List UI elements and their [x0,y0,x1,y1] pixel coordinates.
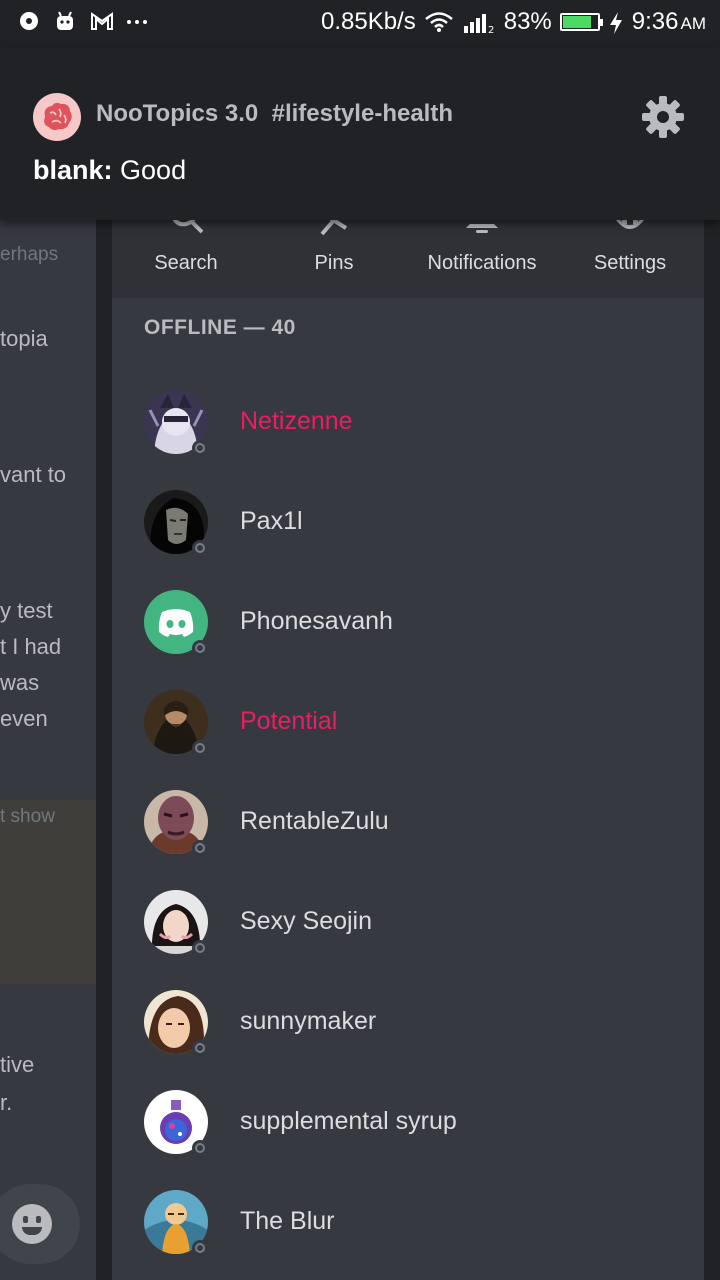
message-text: Good [120,155,187,185]
member-name: Potential [240,707,338,735]
panel-edge [704,220,720,1280]
chat-text-fragment: even [0,706,48,731]
brain-icon [44,102,72,131]
member-name: Sexy Seojin [240,907,373,935]
clock-ampm: AM [680,14,707,33]
chat-text-fragment: t show [0,806,55,827]
gear-icon[interactable] [640,94,686,140]
offline-status-icon [192,1040,208,1056]
message-notification[interactable]: NooTopics 3.0 #lifestyle-health blank: G… [0,48,720,220]
wifi-icon [424,11,454,33]
android-icon [54,10,76,32]
server-icon [33,93,81,141]
emoji-button[interactable] [0,1184,80,1264]
status-bar-right: 0.85Kb/s 2 83% 9:36 AM [321,8,706,36]
member-item[interactable]: Potential [112,672,704,772]
clock-time: 9:36 [631,8,679,35]
chat-text-fragment: t I had [0,634,62,659]
offline-status-icon [192,540,208,556]
emoji-icon [12,1204,52,1244]
member-name: RentableZulu [240,807,389,835]
offline-status-icon [192,440,208,456]
notification-dot-icon [18,10,40,32]
more-icon [126,10,148,32]
offline-status-icon [192,840,208,856]
search-button[interactable]: Search [112,213,260,298]
offline-status-icon [192,740,208,756]
member-item[interactable]: Netizenne [112,372,704,472]
member-item[interactable]: Pax1l [112,472,704,572]
network-speed: 0.85Kb/s [320,8,416,35]
chat-text-fragment: vant to [0,462,67,487]
clock: 9:36 AM [632,8,706,36]
member-name: Pax1l [240,507,303,535]
chat-embed: t show [0,800,96,984]
member-name: Phonesavanh [240,607,393,635]
chat-text-fragment: r. [0,1090,13,1115]
member-name: sunnymaker [240,1007,377,1035]
gmail-icon [90,10,113,32]
notifications-label: Notifications [427,252,537,274]
member-item[interactable]: supplemental syrup [112,1072,704,1172]
offline-status-icon [192,1140,208,1156]
offline-status-icon [192,640,208,656]
member-item[interactable]: Phonesavanh [112,572,704,672]
chat-area[interactable]: erhaps topia vant to y test t I had was … [0,220,96,1280]
member-name: Netizenne [240,407,353,435]
notification-message: blank: Good [33,155,186,186]
pins-label: Pins [314,252,354,274]
member-item[interactable]: Sexy Seojin [112,872,704,972]
signal-icon: 2 [462,11,496,36]
member-item[interactable]: RentableZulu [112,772,704,872]
notifications-button[interactable]: Notifications [408,220,556,298]
member-item[interactable]: The Blur [112,1172,704,1272]
chat-text-fragment: erhaps [0,244,59,265]
notification-title: NooTopics 3.0 #lifestyle-health [96,100,453,128]
member-item[interactable]: sunnymaker [112,972,704,1072]
member-panel: Search Pins Notifications Settings OFFLI… [112,213,704,1280]
pins-button[interactable]: Pins [260,216,408,298]
search-label: Search [154,252,218,274]
battery-fill [562,16,591,28]
server-name: NooTopics 3.0 [96,100,259,127]
status-bar-left [18,10,148,32]
message-author: blank: [33,155,113,185]
charging-icon [608,11,624,34]
channel-toolbar: Search Pins Notifications Settings [112,213,704,298]
chat-text-fragment: y test [0,598,53,623]
chat-text-fragment: was [0,670,40,695]
member-name: The Blur [240,1207,335,1235]
settings-button[interactable]: Settings [556,216,704,298]
offline-status-icon [192,940,208,956]
battery-icon [559,13,603,31]
member-name: supplemental syrup [240,1107,457,1135]
panel-divider [96,220,112,1280]
chat-text-fragment: tive [0,1052,35,1077]
settings-label: Settings [593,252,667,274]
status-bar: 0.85Kb/s 2 83% 9:36 AM [0,0,720,48]
offline-section-header: OFFLINE — 40 [144,316,296,339]
channel-name: #lifestyle-health [271,100,453,127]
chat-text-fragment: topia [0,326,48,351]
svg-text:2: 2 [488,25,494,35]
offline-status-icon [192,1240,208,1256]
battery-percent: 83% [503,8,552,35]
